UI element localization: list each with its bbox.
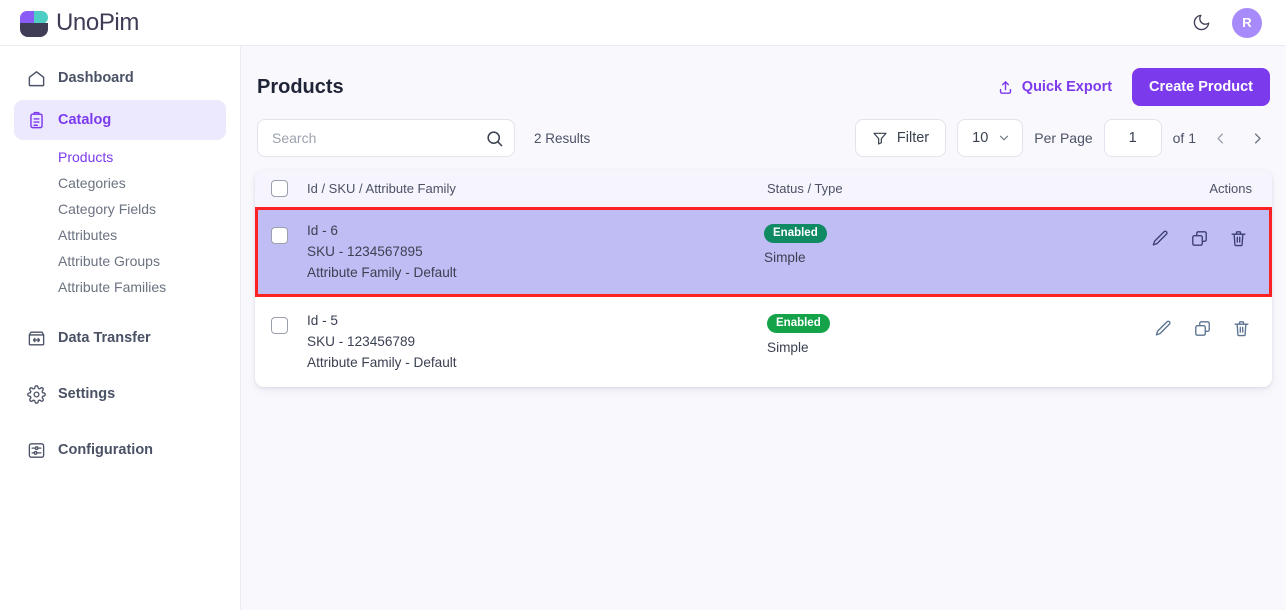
sidebar-subitem-attribute-families[interactable]: Attribute Families [14,274,226,299]
row-id: Id - 6 [307,223,764,239]
create-product-button[interactable]: Create Product [1132,68,1270,106]
row-main-cell: Id - 5 SKU - 123456789 Attribute Family … [288,313,767,371]
sidebar-item-configuration[interactable]: Configuration [14,430,226,470]
copy-icon[interactable] [1188,227,1210,249]
select-all-checkbox[interactable] [271,180,288,197]
funnel-icon [872,130,888,146]
row-sku: SKU - 1234567895 [307,244,764,260]
row-attribute-family: Attribute Family - Default [307,355,767,371]
column-header-main: Id / SKU / Attribute Family [288,181,767,196]
toolbar: 2 Results Filter 10 [255,116,1272,160]
sidebar-item-label: Dashboard [58,70,134,86]
sidebar-item-catalog[interactable]: Catalog [14,100,226,140]
moon-icon[interactable] [1188,10,1214,36]
brand-name: UnoPim [56,9,139,37]
sidebar-subitem-attribute-groups[interactable]: Attribute Groups [14,248,226,273]
trash-icon[interactable] [1230,317,1252,339]
row-id: Id - 5 [307,313,767,329]
home-icon [26,68,46,88]
chevron-left-icon[interactable] [1207,123,1233,153]
row-checkbox[interactable] [271,317,288,334]
total-pages-label: of 1 [1173,130,1196,146]
per-page-value: 10 [972,130,988,146]
row-actions-cell [1149,223,1269,249]
results-count: 2 Results [534,131,590,146]
row-status-cell: Enabled Simple [764,223,1149,265]
per-page-select[interactable]: 10 [957,119,1023,157]
trash-icon[interactable] [1227,227,1249,249]
search-input[interactable] [257,119,515,157]
column-header-actions: Actions [1152,181,1272,196]
sidebar-item-settings[interactable]: Settings [14,374,226,414]
row-checkbox[interactable] [271,227,288,244]
sidebar-item-label: Catalog [58,112,111,128]
row-type: Simple [767,340,1152,355]
row-main-cell: Id - 6 SKU - 1234567895 Attribute Family… [288,223,764,281]
chevron-right-icon[interactable] [1244,123,1270,153]
gear-icon [26,384,46,404]
status-badge: Enabled [767,314,830,333]
row-attribute-family: Attribute Family - Default [307,265,764,281]
clipboard-list-icon [26,110,46,130]
column-header-status: Status / Type [767,181,1152,196]
catalog-submenu: Products Categories Category Fields Attr… [14,142,226,304]
brand-logo[interactable]: UnoPim [20,9,139,37]
sidebar-item-dashboard[interactable]: Dashboard [14,58,226,98]
sidebar-item-label: Settings [58,386,115,402]
unopim-logo-icon [20,9,48,37]
page-header: Products Quick Export Create Product [255,62,1272,106]
filter-button[interactable]: Filter [855,119,946,157]
toolbar-right: Filter 10 Per Page 1 of 1 [855,119,1270,157]
app-root: UnoPim R Dashboard [0,0,1286,610]
sliders-icon [26,440,46,460]
sidebar-item-label: Data Transfer [58,330,151,346]
sidebar-subitem-category-fields[interactable]: Category Fields [14,196,226,221]
row-status-cell: Enabled Simple [767,313,1152,355]
row-sku: SKU - 123456789 [307,334,767,350]
sidebar-item-label: Configuration [58,442,153,458]
body: Dashboard Catalog Products Categories Ca… [0,46,1286,610]
sidebar: Dashboard Catalog Products Categories Ca… [0,46,241,610]
transfer-icon [26,328,46,348]
page-number-input[interactable]: 1 [1104,119,1162,157]
row-actions-cell [1152,313,1272,339]
search-box [257,119,515,157]
topbar: UnoPim R [0,0,1286,46]
quick-export-label: Quick Export [1022,79,1112,95]
edit-icon[interactable] [1149,227,1171,249]
per-page-label: Per Page [1034,130,1092,146]
row-type: Simple [764,250,1149,265]
quick-export-button[interactable]: Quick Export [991,73,1118,102]
main-content: Products Quick Export Create Product [241,46,1286,610]
page-title: Products [257,76,344,99]
upload-icon [997,79,1014,96]
avatar[interactable]: R [1232,8,1262,38]
table-row[interactable]: Id - 6 SKU - 1234567895 Attribute Family… [255,207,1272,297]
status-badge: Enabled [764,224,827,243]
header-actions: Quick Export Create Product [991,68,1270,106]
table-header-row: Id / SKU / Attribute Family Status / Typ… [255,170,1272,207]
topbar-actions: R [1188,8,1262,38]
copy-icon[interactable] [1191,317,1213,339]
search-icon[interactable] [483,127,505,149]
filter-label: Filter [897,130,929,146]
products-table: Id / SKU / Attribute Family Status / Typ… [255,170,1272,387]
chevron-down-icon [997,131,1011,145]
sidebar-subitem-categories[interactable]: Categories [14,170,226,195]
sidebar-subitem-products[interactable]: Products [14,144,226,169]
table-row[interactable]: Id - 5 SKU - 123456789 Attribute Family … [255,297,1272,387]
sidebar-item-data-transfer[interactable]: Data Transfer [14,318,226,358]
sidebar-subitem-attributes[interactable]: Attributes [14,222,226,247]
edit-icon[interactable] [1152,317,1174,339]
